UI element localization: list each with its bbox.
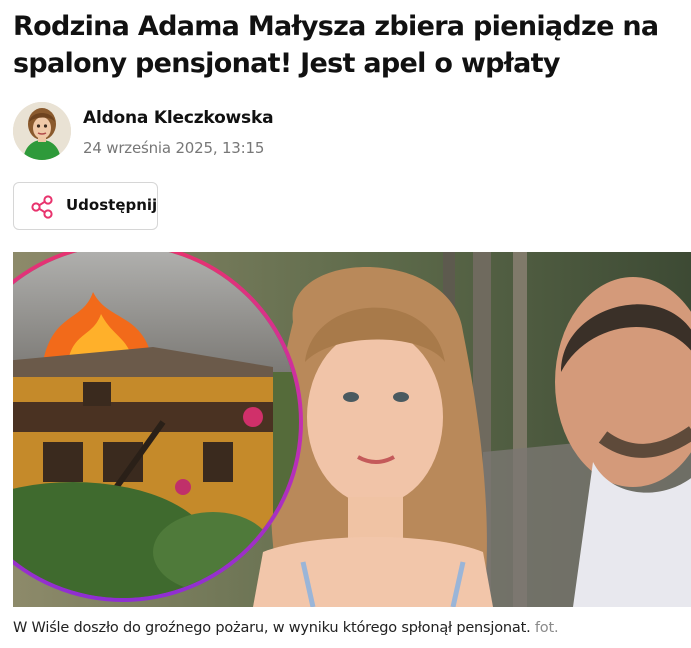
article-headline: Rodzina Adama Małysza zbiera pieniądze n… <box>13 11 659 79</box>
article-image[interactable] <box>13 252 691 607</box>
photo-credit: fot. <box>534 620 559 636</box>
share-label: Udostępnij <box>66 196 158 214</box>
author-avatar[interactable] <box>13 102 71 160</box>
author-info: Aldona Kleczkowska 24 września 2025, 13:… <box>13 102 413 162</box>
caption-text: W Wiśle doszło do groźnego pożaru, w wyn… <box>13 620 531 636</box>
publish-date: 24 września 2025, 13:15 <box>83 139 265 157</box>
share-icon <box>31 195 53 219</box>
share-button[interactable]: Udostępnij <box>13 182 158 230</box>
author-name[interactable]: Aldona Kleczkowska <box>83 108 274 128</box>
image-caption: W Wiśle doszło do groźnego pożaru, w wyn… <box>13 620 683 636</box>
